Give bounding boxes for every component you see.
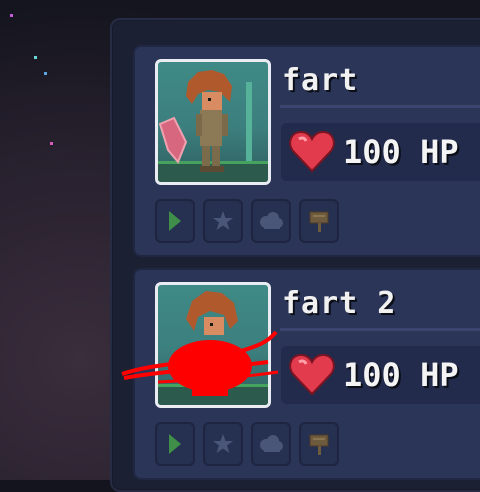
player-name: fart — [282, 63, 359, 98]
player-name-box: fart — [280, 55, 480, 108]
player-hp-box: 100 HP — [281, 123, 480, 181]
player-hp: 100 HP — [343, 356, 459, 394]
cloud-sync-button[interactable] — [251, 199, 291, 243]
rename-sign-icon — [309, 434, 329, 455]
tunic — [200, 110, 222, 146]
heart-icon — [289, 130, 335, 173]
play-icon — [169, 434, 181, 454]
player-card[interactable]: fart 100 HP — [133, 45, 480, 257]
player-name: fart 2 — [282, 286, 397, 321]
background-star — [50, 142, 53, 145]
favorite-star-icon — [213, 211, 233, 230]
red-scribble — [121, 330, 279, 396]
player-hp-box: 100 HP — [281, 346, 480, 404]
background-star — [34, 56, 37, 59]
rename-button[interactable] — [299, 199, 339, 243]
player-sprite — [158, 70, 232, 172]
rename-sign-icon — [309, 211, 329, 232]
rename-button[interactable] — [299, 422, 339, 466]
favorite-button[interactable] — [203, 199, 243, 243]
play-button[interactable] — [155, 199, 195, 243]
play-icon — [169, 211, 181, 231]
player-hp: 100 HP — [343, 133, 459, 171]
cloud-sync-icon — [260, 212, 283, 229]
player-name-box: fart 2 — [280, 278, 480, 331]
favorite-star-icon — [213, 434, 233, 453]
background-star — [44, 72, 47, 75]
favorite-button[interactable] — [203, 422, 243, 466]
play-button[interactable] — [155, 422, 195, 466]
legs — [202, 146, 210, 168]
background-star — [10, 14, 13, 17]
face — [202, 92, 222, 110]
cloud-sync-button[interactable] — [251, 422, 291, 466]
crystal-item — [158, 116, 188, 164]
cloud-sync-icon — [260, 435, 283, 452]
player-portrait — [155, 59, 271, 185]
